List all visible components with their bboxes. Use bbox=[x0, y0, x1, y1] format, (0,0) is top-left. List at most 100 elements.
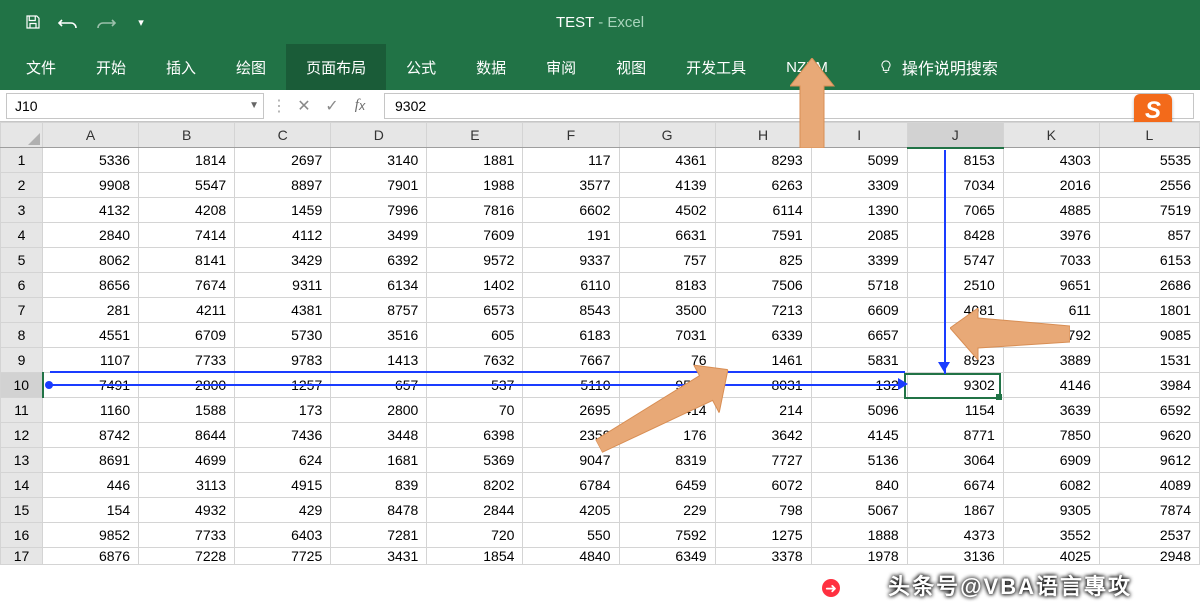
cell[interactable]: 3516 bbox=[331, 323, 427, 348]
cell[interactable]: 4932 bbox=[139, 498, 235, 523]
cell[interactable]: 6592 bbox=[1099, 398, 1199, 423]
cell[interactable]: 1160 bbox=[43, 398, 139, 423]
column-header[interactable]: G bbox=[619, 123, 715, 148]
cell[interactable]: 1461 bbox=[715, 348, 811, 373]
cell[interactable]: 8293 bbox=[715, 148, 811, 173]
cell[interactable]: 7733 bbox=[139, 523, 235, 548]
cell[interactable]: 3984 bbox=[1099, 373, 1199, 398]
cell[interactable]: 550 bbox=[523, 523, 619, 548]
cell[interactable]: 1402 bbox=[427, 273, 523, 298]
cell[interactable]: 7850 bbox=[1003, 423, 1099, 448]
cell[interactable]: 7632 bbox=[427, 348, 523, 373]
cell[interactable]: 5336 bbox=[43, 148, 139, 173]
redo-icon[interactable] bbox=[90, 7, 120, 37]
cell[interactable]: 7996 bbox=[331, 198, 427, 223]
cell[interactable]: 9302 bbox=[907, 373, 1003, 398]
cell[interactable]: 6709 bbox=[139, 323, 235, 348]
cell[interactable]: 5535 bbox=[1099, 148, 1199, 173]
cell[interactable]: 8771 bbox=[907, 423, 1003, 448]
cell[interactable]: 5718 bbox=[811, 273, 907, 298]
cell[interactable]: 5067 bbox=[811, 498, 907, 523]
row-header[interactable]: 6 bbox=[1, 273, 43, 298]
cell[interactable]: 840 bbox=[811, 473, 907, 498]
cell[interactable]: 1888 bbox=[811, 523, 907, 548]
cell[interactable]: 9783 bbox=[235, 348, 331, 373]
cell[interactable]: 3136 bbox=[907, 548, 1003, 565]
row-header[interactable]: 11 bbox=[1, 398, 43, 423]
cell[interactable]: 605 bbox=[427, 323, 523, 348]
cell[interactable]: 6909 bbox=[1003, 448, 1099, 473]
cell[interactable]: 9620 bbox=[1099, 423, 1199, 448]
cell[interactable]: 173 bbox=[235, 398, 331, 423]
cell[interactable]: 8153 bbox=[907, 148, 1003, 173]
cell[interactable]: 3378 bbox=[715, 548, 811, 565]
cell[interactable]: 2016 bbox=[1003, 173, 1099, 198]
tab-开始[interactable]: 开始 bbox=[76, 44, 146, 90]
cell[interactable]: 229 bbox=[619, 498, 715, 523]
cell[interactable]: 6459 bbox=[619, 473, 715, 498]
cell[interactable]: 1588 bbox=[139, 398, 235, 423]
fx-icon[interactable]: fx bbox=[346, 93, 374, 119]
row-header[interactable]: 16 bbox=[1, 523, 43, 548]
save-icon[interactable] bbox=[18, 7, 48, 37]
cell[interactable]: 6631 bbox=[619, 223, 715, 248]
column-header[interactable]: L bbox=[1099, 123, 1199, 148]
cell[interactable]: 4132 bbox=[43, 198, 139, 223]
cell[interactable]: 3499 bbox=[331, 223, 427, 248]
cell[interactable]: 281 bbox=[43, 298, 139, 323]
cell[interactable]: 1413 bbox=[331, 348, 427, 373]
cell[interactable]: 191 bbox=[523, 223, 619, 248]
cell[interactable]: 5099 bbox=[811, 148, 907, 173]
cell[interactable]: 3399 bbox=[811, 248, 907, 273]
cell[interactable]: 1978 bbox=[811, 548, 907, 565]
cell[interactable]: 6674 bbox=[907, 473, 1003, 498]
row-header[interactable]: 7 bbox=[1, 298, 43, 323]
cell[interactable]: 1854 bbox=[427, 548, 523, 565]
spreadsheet-grid[interactable]: ABCDEFGHIJKL 153361814269731401881117436… bbox=[0, 122, 1200, 565]
cell[interactable]: 6609 bbox=[811, 298, 907, 323]
cell[interactable]: 7874 bbox=[1099, 498, 1199, 523]
cell[interactable]: 4885 bbox=[1003, 198, 1099, 223]
undo-icon[interactable] bbox=[54, 7, 84, 37]
cell[interactable]: 446 bbox=[43, 473, 139, 498]
row-header[interactable]: 15 bbox=[1, 498, 43, 523]
cell[interactable]: 3639 bbox=[1003, 398, 1099, 423]
cell[interactable]: 2800 bbox=[331, 398, 427, 423]
cell[interactable]: 4025 bbox=[1003, 548, 1099, 565]
cell[interactable]: 4303 bbox=[1003, 148, 1099, 173]
cell[interactable]: 9852 bbox=[43, 523, 139, 548]
cell[interactable]: 1988 bbox=[427, 173, 523, 198]
tab-文件[interactable]: 文件 bbox=[6, 44, 76, 90]
cell[interactable]: 7281 bbox=[331, 523, 427, 548]
cell[interactable]: 9612 bbox=[1099, 448, 1199, 473]
cell[interactable]: 6082 bbox=[1003, 473, 1099, 498]
column-header[interactable]: B bbox=[139, 123, 235, 148]
cell[interactable]: 4145 bbox=[811, 423, 907, 448]
cell[interactable]: 3642 bbox=[715, 423, 811, 448]
cell[interactable]: 9572 bbox=[427, 248, 523, 273]
cell[interactable]: 7033 bbox=[1003, 248, 1099, 273]
column-header[interactable]: C bbox=[235, 123, 331, 148]
cell[interactable]: 6263 bbox=[715, 173, 811, 198]
column-header[interactable]: K bbox=[1003, 123, 1099, 148]
cell[interactable]: 8183 bbox=[619, 273, 715, 298]
cell[interactable]: 8543 bbox=[523, 298, 619, 323]
cell[interactable]: 8897 bbox=[235, 173, 331, 198]
cell[interactable]: 5730 bbox=[235, 323, 331, 348]
cell[interactable]: 3431 bbox=[331, 548, 427, 565]
tab-视图[interactable]: 视图 bbox=[596, 44, 666, 90]
cell[interactable]: 1801 bbox=[1099, 298, 1199, 323]
cell[interactable]: 7414 bbox=[139, 223, 235, 248]
cell[interactable]: 6349 bbox=[619, 548, 715, 565]
tab-公式[interactable]: 公式 bbox=[386, 44, 456, 90]
cancel-icon[interactable]: ✕ bbox=[290, 93, 318, 119]
cell[interactable]: 7609 bbox=[427, 223, 523, 248]
cell[interactable]: 6573 bbox=[427, 298, 523, 323]
cell[interactable]: 3448 bbox=[331, 423, 427, 448]
cell[interactable]: 8656 bbox=[43, 273, 139, 298]
cell[interactable]: 5136 bbox=[811, 448, 907, 473]
cell[interactable]: 9908 bbox=[43, 173, 139, 198]
cell[interactable]: 2537 bbox=[1099, 523, 1199, 548]
cell[interactable]: 4373 bbox=[907, 523, 1003, 548]
cell[interactable]: 8691 bbox=[43, 448, 139, 473]
